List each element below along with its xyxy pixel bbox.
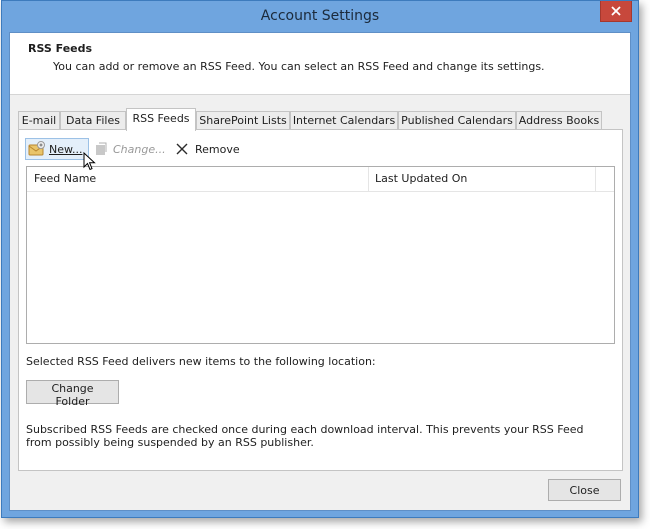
- tab-published-calendars[interactable]: Published Calendars: [398, 111, 516, 130]
- download-interval-note: Subscribed RSS Feeds are checked once du…: [26, 423, 584, 449]
- new-button[interactable]: New...: [25, 138, 89, 160]
- mouse-cursor-icon: [83, 152, 96, 171]
- title-bar[interactable]: Account Settings: [2, 1, 638, 32]
- change-folder-button[interactable]: Change Folder: [26, 380, 119, 408]
- window-title: Account Settings: [260, 8, 380, 24]
- tab-address-books[interactable]: Address Books: [516, 111, 602, 130]
- rss-feeds-list[interactable]: Feed Name Last Updated On: [26, 166, 615, 344]
- column-separator[interactable]: [595, 167, 596, 191]
- toolbar: New... Change... Remove: [25, 138, 325, 160]
- close-button[interactable]: Close: [548, 479, 621, 501]
- tab-strip: E-mail Data Files RSS Feeds SharePoint L…: [18, 108, 623, 131]
- change-button[interactable]: Change...: [91, 138, 169, 160]
- header-title: RSS Feeds: [28, 42, 93, 55]
- dialog-header: RSS Feeds You can add or remove an RSS F…: [10, 33, 630, 95]
- remove-button[interactable]: Remove: [173, 138, 243, 160]
- column-feed-name[interactable]: Feed Name: [27, 167, 368, 191]
- list-header: Feed Name Last Updated On: [27, 167, 614, 192]
- location-label: Selected RSS Feed delivers new items to …: [26, 355, 376, 368]
- dialog-client-area: RSS Feeds You can add or remove an RSS F…: [9, 32, 631, 511]
- change-button-label: Change...: [113, 142, 166, 156]
- account-settings-window: Account Settings RSS Feeds You can add o…: [1, 0, 639, 518]
- column-last-updated[interactable]: Last Updated On: [368, 167, 595, 191]
- tab-email[interactable]: E-mail: [18, 111, 60, 130]
- window-close-button[interactable]: [600, 1, 632, 22]
- remove-x-icon: [176, 143, 188, 155]
- rss-feeds-panel: New... Change... Remove Feed Name Last U…: [18, 129, 623, 471]
- tab-sharepoint-lists[interactable]: SharePoint Lists: [196, 111, 290, 130]
- tab-internet-calendars[interactable]: Internet Calendars: [290, 111, 398, 130]
- tab-rss-feeds[interactable]: RSS Feeds: [126, 108, 196, 131]
- remove-button-label: Remove: [195, 142, 240, 156]
- new-button-label: New...: [49, 142, 83, 156]
- close-icon: [611, 6, 621, 16]
- rss-feed-new-icon: [28, 141, 45, 156]
- tab-data-files[interactable]: Data Files: [60, 111, 126, 130]
- header-description: You can add or remove an RSS Feed. You c…: [53, 60, 545, 73]
